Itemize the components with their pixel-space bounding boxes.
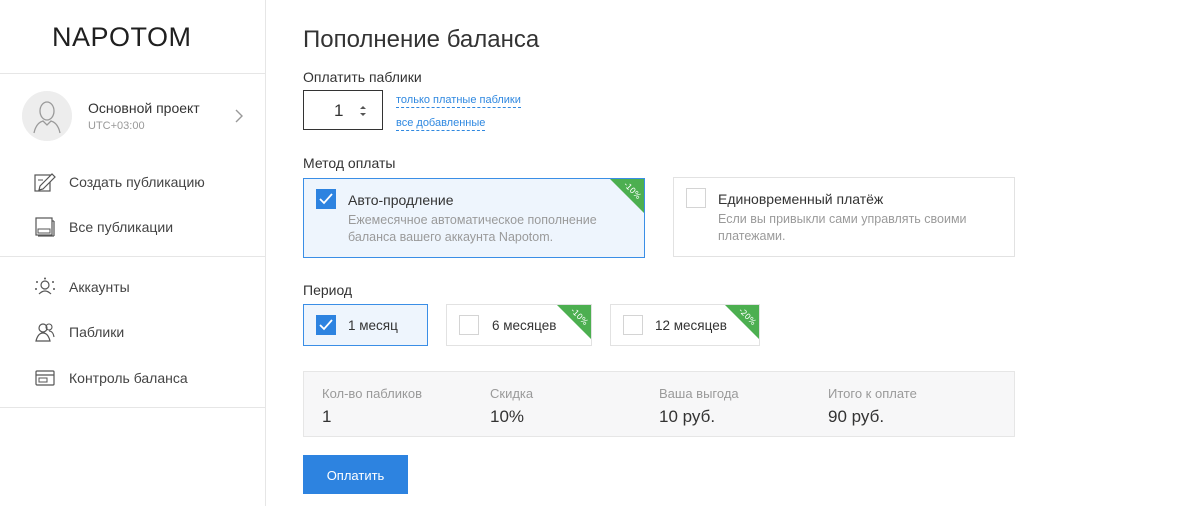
nav-all-publications[interactable]: Все публикации [0,210,266,244]
checkbox-checked[interactable] [316,315,336,335]
nav-balance-control[interactable]: Контроль баланса [0,361,266,395]
groups-icon [35,323,55,342]
logo[interactable]: NAPOTOM [52,22,192,53]
period-1-month[interactable]: 1 месяц [303,304,428,346]
nav-groups[interactable]: Паблики [0,315,266,349]
summary-total: Итого к оплате 90 руб. [828,386,917,427]
method-desc: Ежемесячное автоматическое пополнение ба… [348,213,597,244]
method-title: Единовременный платёж [718,191,884,207]
summary-discount: Скидка 10% [490,386,533,427]
summary-value: 10% [490,407,525,426]
checkbox-unchecked[interactable] [686,188,706,208]
project-timezone: UTC+03:00 [88,120,145,132]
project-name: Основной проект [88,100,200,116]
sidebar: NAPOTOM Основной проект UTC+03:00 Создат… [0,0,266,506]
method-one-time[interactable]: Единовременный платёж Если вы привыкли с… [673,177,1015,257]
nav-label: Все публикации [69,219,174,235]
divider [0,407,266,408]
summary-savings: Ваша выгода 10 руб. [659,386,739,427]
summary-value: 10 руб. [659,407,716,426]
nav-label: Аккаунты [69,279,130,295]
period-label: Период [303,282,353,298]
publics-stepper[interactable]: 1 [303,90,383,130]
pay-button[interactable]: Оплатить [303,455,408,494]
nav-accounts[interactable]: Аккаунты [0,270,266,304]
project-switcher[interactable]: Основной проект UTC+03:00 [0,74,266,159]
method-title: Авто-продление [348,192,454,208]
check-icon [319,193,333,205]
publics-label: Оплатить паблики [303,69,422,85]
summary-publics-count: Кол-во пабликов 1 [322,386,422,427]
summary-label: Ваша выгода [659,386,739,401]
period-option-label: 1 месяц [348,318,398,333]
summary-label: Скидка [490,386,534,401]
period-6-months[interactable]: 6 месяцев -10% [446,304,592,346]
summary-value: 1 [322,407,332,426]
period-option-label: 6 месяцев [492,318,557,333]
avatar [22,91,72,141]
summary-value: 90 руб. [828,407,885,426]
check-icon [319,319,333,331]
checkbox-checked[interactable] [316,189,336,209]
divider [0,256,266,257]
link-paid-publics[interactable]: только платные паблики [396,94,521,108]
accounts-icon [35,277,55,295]
page-title: Пополнение баланса [303,26,540,53]
period-option-label: 12 месяцев [655,318,727,333]
publications-icon [35,217,55,237]
stepper-arrows-icon[interactable] [358,103,368,119]
nav-label: Контроль баланса [69,370,188,386]
method-label: Метод оплаты [303,155,396,171]
period-12-months[interactable]: 12 месяцев -20% [610,304,760,346]
summary-label: Итого к оплате [828,386,917,401]
checkbox-unchecked[interactable] [623,315,643,335]
chevron-right-icon [235,109,243,123]
edit-icon [34,173,56,192]
logo-text: NAPOTOM [52,22,192,52]
payment-summary: Кол-во пабликов 1 Скидка 10% Ваша выгода… [303,371,1015,437]
method-auto-renewal[interactable]: Авто-продление Ежемесячное автоматическо… [303,178,645,258]
summary-label: Кол-во пабликов [322,386,422,401]
nav-label: Создать публикацию [69,174,205,190]
method-desc: Если вы привыкли сами управлять своими п… [718,212,967,243]
stepper-value: 1 [334,101,344,120]
link-all-added[interactable]: все добавленные [396,117,486,131]
nav-create-publication[interactable]: Создать публикацию [0,165,266,199]
nav-label: Паблики [69,324,125,340]
wallet-icon [35,370,55,386]
checkbox-unchecked[interactable] [459,315,479,335]
